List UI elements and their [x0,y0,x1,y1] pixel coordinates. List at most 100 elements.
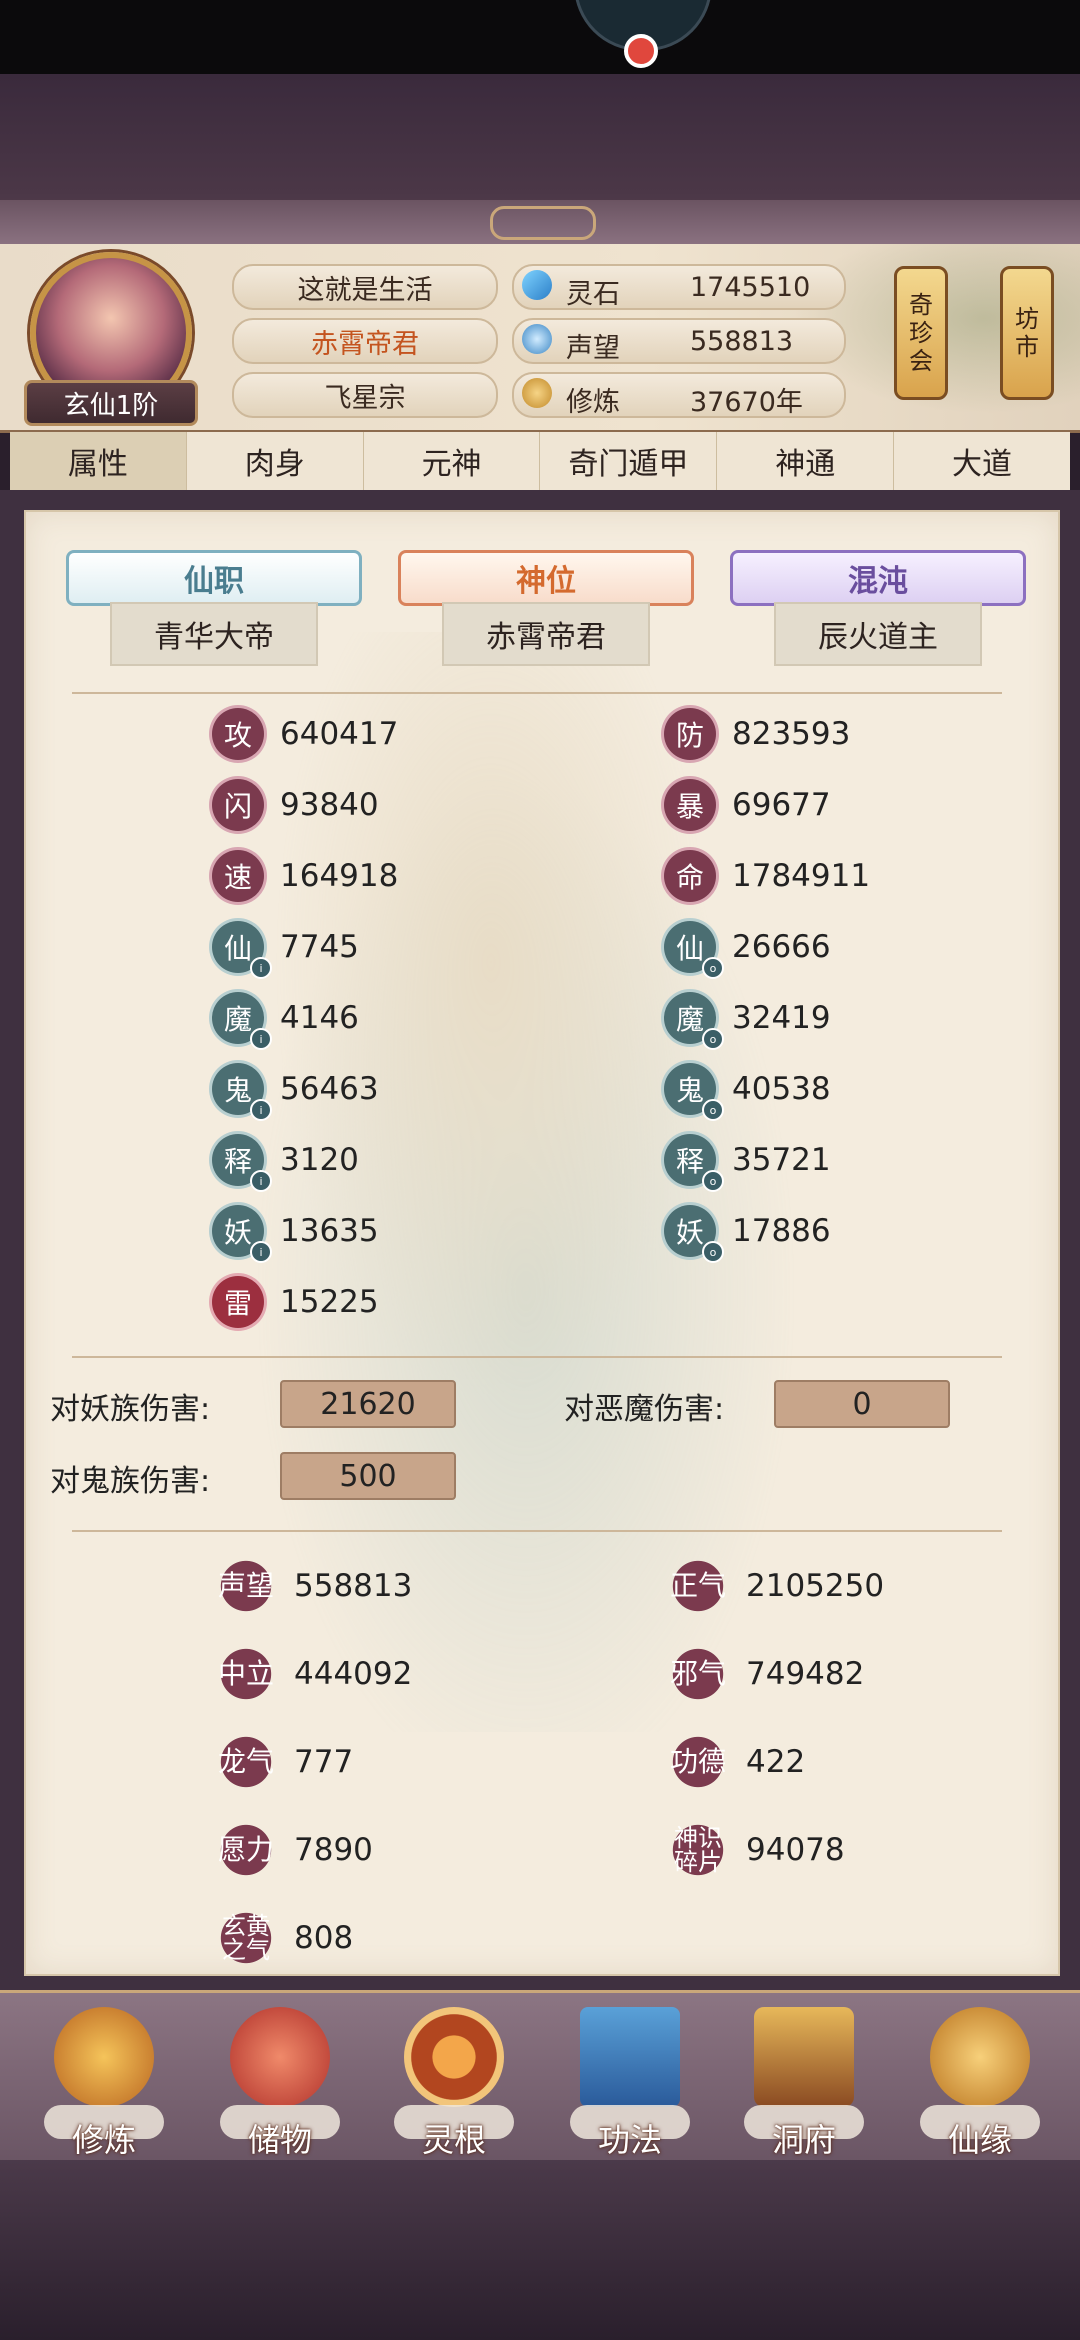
reputation-resource: 声望 558813 [512,318,846,364]
evil-qi-label: 邪气 [664,1644,732,1704]
market-button[interactable]: 坊 市 [1000,266,1054,400]
resource-label: 修炼 [566,387,620,418]
demon-damage-value: 21620 [280,1380,456,1428]
resource-value: 37670年 [690,387,803,418]
stat-char: 鬼 [675,1074,704,1107]
info-icon: i [250,1028,272,1050]
stat-attack: 攻 640417 [212,708,398,760]
tab-great-dao[interactable]: 大道 [894,432,1070,490]
nav-label: 灵根 [421,2121,486,2159]
righteous-value: 2105250 [746,1568,885,1604]
dragon-qi-label: 龙气 [212,1732,280,1792]
stat-value: 69677 [732,787,831,823]
tab-qimen-dunjia[interactable]: 奇门遁甲 [540,432,718,490]
player-sect: 飞星宗 [232,372,498,418]
paper-background: 仙职 青华大帝 神位 赤霄帝君 混沌 辰火道主 攻 640417 闪 93840 速… [24,510,1060,1976]
stat-critical: 暴 69677 [664,779,831,831]
stat-demon-defense: 魔 o 32419 [664,992,831,1050]
stat-value: 13635 [280,1213,379,1249]
stat-immortal-attack: 仙 i 7745 [212,921,359,979]
player-name: 这就是生活 [232,264,498,310]
stat-char: 仙 [223,932,252,965]
ghost-icon: 鬼i [212,1063,272,1121]
stat-value: 40538 [732,1071,831,1107]
stat-thunder: 雷 15225 [212,1276,379,1328]
stat-value: 4146 [280,1000,359,1036]
scripture-book-icon [580,2007,680,2107]
knot-ornament [490,206,596,240]
stat-char: 释 [675,1145,704,1178]
stat-value: 1784911 [732,858,871,894]
stat-value: 7745 [280,929,359,965]
evil-damage-label: 对恶魔伤害: [564,1392,725,1427]
demon-damage-label: 对妖族伤害: [50,1392,211,1427]
treasure-fair-button[interactable]: 奇 珍 会 [894,266,948,400]
stat-monster-attack: 妖 i 13635 [212,1205,379,1263]
nav-immortal-fate[interactable]: 仙缘 [910,2001,1050,2161]
neutral-value: 444092 [294,1656,413,1692]
nav-label: 洞府 [771,2121,836,2159]
defense-icon: 防 [664,708,716,760]
reputation-label: 声望 [212,1556,280,1616]
resource-label: 灵石 [566,279,620,310]
stat-monster-defense: 妖 o 17886 [664,1205,831,1263]
resource-value: 558813 [690,326,794,357]
stat-ghost-defense: 鬼 o 40538 [664,1063,831,1121]
stat-char: 魔 [223,1003,252,1036]
evil-damage-value: 0 [774,1380,950,1428]
stat-char: 魔 [675,1003,704,1036]
reputation-value: 558813 [294,1568,413,1604]
tab-divine-powers[interactable]: 神通 [717,432,895,490]
shield-icon: o [702,1099,724,1121]
bottom-background [0,2160,1080,2340]
merit-label: 功德 [664,1732,732,1792]
reputation-stat: 声望 558813 [212,1556,412,1616]
nav-cave-palace[interactable]: 洞府 [734,2001,874,2161]
stat-immortal-defense: 仙 o 26666 [664,921,831,979]
nav-spirit-root[interactable]: 灵根 [384,2001,524,2161]
soul-fragment-label: 神识碎片 [664,1820,732,1880]
rank-badge: 玄仙1阶 [24,380,198,426]
stat-life: 命 1784911 [664,850,870,902]
bottom-navigation: 修炼 储物 灵根 功法 洞府 仙缘 [0,1990,1080,2163]
nav-storage[interactable]: 储物 [210,2001,350,2161]
tab-spirit[interactable]: 元神 [364,432,541,490]
nav-label: 功法 [597,2121,662,2159]
tab-attributes[interactable]: 属性 [10,432,187,490]
wish-power-value: 7890 [294,1832,373,1868]
life-icon: 命 [664,850,716,902]
buddha-icon: 释o [664,1134,724,1192]
attribute-panel: 仙职 青华大帝 神位 赤霄帝君 混沌 辰火道主 攻 640417 闪 93840 速… [0,490,1080,1990]
divider [72,692,1002,694]
ghost-icon: 鬼o [664,1063,724,1121]
storage-bag-icon [230,2007,330,2107]
stat-value: 32419 [732,1000,831,1036]
nav-techniques[interactable]: 功法 [560,2001,700,2161]
neutral-stat: 中立 444092 [212,1644,412,1704]
player-title: 赤霄帝君 [232,318,498,364]
nav-cultivate[interactable]: 修炼 [34,2001,174,2161]
cultivation-resource: 修炼 37670年 [512,372,846,418]
dodge-icon: 闪 [212,779,264,831]
reputation-drop-icon [522,324,552,354]
monster-icon: 妖i [212,1205,272,1263]
thunder-icon: 雷 [212,1276,264,1328]
info-icon: i [250,1241,272,1263]
attack-icon: 攻 [212,708,264,760]
immortal-post-value: 青华大帝 [110,602,318,666]
righteous-stat: 正气 2105250 [664,1556,884,1616]
demon-icon: 魔i [212,992,272,1050]
stat-char: 释 [223,1145,252,1178]
tab-body[interactable]: 肉身 [187,432,364,490]
soul-fragment-stat: 神识碎片 94078 [664,1820,845,1880]
top-ornament [0,200,1080,247]
dragon-qi-value: 777 [294,1744,354,1780]
stat-buddha-attack: 释 i 3120 [212,1134,359,1192]
record-indicator [624,34,658,68]
chaos-value: 辰火道主 [774,602,982,666]
shield-icon: o [702,1241,724,1263]
divider [72,1356,1002,1358]
resource-label: 声望 [566,333,620,364]
immortal-icon: 仙o [664,921,724,979]
info-icon: i [250,1170,272,1192]
